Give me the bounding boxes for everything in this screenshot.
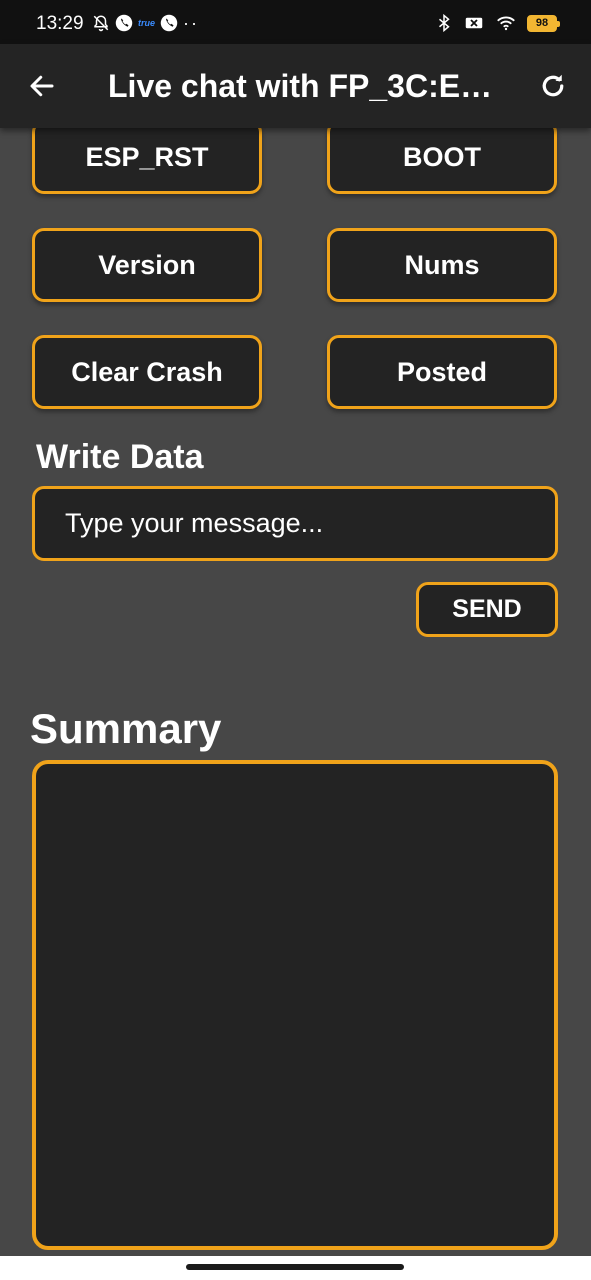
no-sim-icon [465, 17, 483, 29]
summary-box[interactable] [32, 760, 558, 1250]
bell-off-icon [93, 15, 109, 32]
summary-label: Summary [30, 705, 222, 752]
arrow-back-icon [30, 75, 54, 97]
write-data-label: Write Data [36, 438, 204, 476]
status-left-icons: true ·· [92, 14, 199, 32]
status-bar: 13:29 true ·· 98 [0, 0, 591, 44]
wifi-icon [497, 16, 515, 31]
posted-button[interactable]: Posted [327, 335, 557, 409]
message-input[interactable]: Type your message... [32, 486, 558, 561]
navigation-bar [0, 1256, 591, 1280]
clear-crash-button[interactable]: Clear Crash [32, 335, 262, 409]
bluetooth-icon [439, 14, 450, 32]
refresh-icon [542, 74, 564, 97]
send-button[interactable]: SEND [416, 582, 558, 637]
status-time: 13:29 [36, 13, 84, 34]
nums-button[interactable]: Nums [327, 228, 557, 302]
boot-button[interactable]: BOOT [327, 120, 557, 194]
phone-icon [115, 14, 133, 32]
battery-icon: 98 [527, 14, 560, 32]
app-bar: Live chat with FP_3C:E… [0, 44, 591, 128]
home-handle[interactable] [186, 1264, 404, 1270]
esp-rst-button[interactable]: ESP_RST [32, 120, 262, 194]
more-dots-icon: ·· [183, 13, 200, 33]
carrier-badge: true [138, 18, 156, 28]
phone-icon [160, 14, 178, 32]
refresh-button[interactable] [533, 66, 573, 106]
version-button[interactable]: Version [32, 228, 262, 302]
status-right-icons: 98 [435, 14, 560, 32]
back-button[interactable] [22, 66, 62, 106]
page-title: Live chat with FP_3C:E… [108, 68, 493, 104]
